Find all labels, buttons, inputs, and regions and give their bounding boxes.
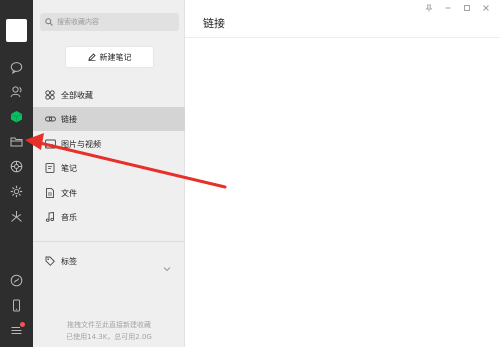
app-sidebar (0, 0, 33, 347)
search-box[interactable] (40, 13, 179, 31)
close-icon[interactable] (481, 3, 491, 13)
nav-item-music[interactable]: 音乐 (33, 205, 185, 229)
search-icon (45, 18, 53, 26)
nav-item-links[interactable]: 链接 (33, 107, 185, 131)
file-icon (44, 187, 56, 199)
nav-item-label: 链接 (61, 114, 77, 124)
channels-icon[interactable] (8, 208, 25, 225)
favorites-icon[interactable] (8, 108, 25, 125)
mini-program-icon[interactable] (8, 183, 25, 200)
drag-drop-hint: 拖拽文件至此直接新建收藏 (67, 321, 151, 329)
notification-dot (20, 322, 25, 327)
note-icon (44, 162, 56, 174)
music-icon (44, 211, 56, 223)
avatar[interactable] (6, 19, 27, 42)
nav-item-label: 音乐 (61, 212, 77, 222)
page-title: 链接 (203, 17, 225, 30)
nav-item-files[interactable]: 文件 (33, 181, 185, 205)
favorites-panel: 新建笔记 全部收藏 链接 图片与视频 笔记 文件 音乐 (33, 0, 185, 347)
menu-icon[interactable] (8, 322, 25, 339)
pencil-icon (87, 53, 96, 61)
new-note-button[interactable]: 新建笔记 (65, 46, 154, 68)
image-icon (44, 138, 56, 150)
folder-icon[interactable] (8, 133, 25, 150)
miniprogram-panel-icon[interactable] (8, 272, 25, 289)
chat-icon[interactable] (8, 59, 25, 76)
storage-usage: 已使用14.3K，总可用2.0G (66, 333, 152, 341)
divider (33, 241, 185, 242)
moments-icon[interactable] (8, 158, 25, 175)
nav-item-label: 全部收藏 (61, 90, 93, 100)
main-content: 链接 (185, 0, 500, 347)
pin-icon[interactable] (424, 3, 434, 13)
nav-item-all-favorites[interactable]: 全部收藏 (33, 83, 185, 107)
new-note-label: 新建笔记 (99, 52, 132, 62)
search-input[interactable] (57, 18, 175, 26)
phone-icon[interactable] (8, 297, 25, 314)
chevron-down-icon[interactable] (163, 257, 171, 276)
nav-item-images-videos[interactable]: 图片与视频 (33, 132, 185, 156)
link-icon (44, 113, 56, 125)
contacts-icon[interactable] (8, 83, 25, 100)
nav-item-label: 标签 (61, 256, 77, 266)
tag-icon (44, 255, 56, 267)
grid-icon (44, 89, 56, 101)
maximize-icon[interactable] (462, 3, 472, 13)
nav-item-label: 文件 (61, 188, 77, 198)
minimize-icon[interactable] (443, 3, 453, 13)
nav-item-label: 笔记 (61, 163, 77, 173)
nav-item-notes[interactable]: 笔记 (33, 156, 185, 180)
nav-item-label: 图片与视频 (61, 139, 101, 149)
